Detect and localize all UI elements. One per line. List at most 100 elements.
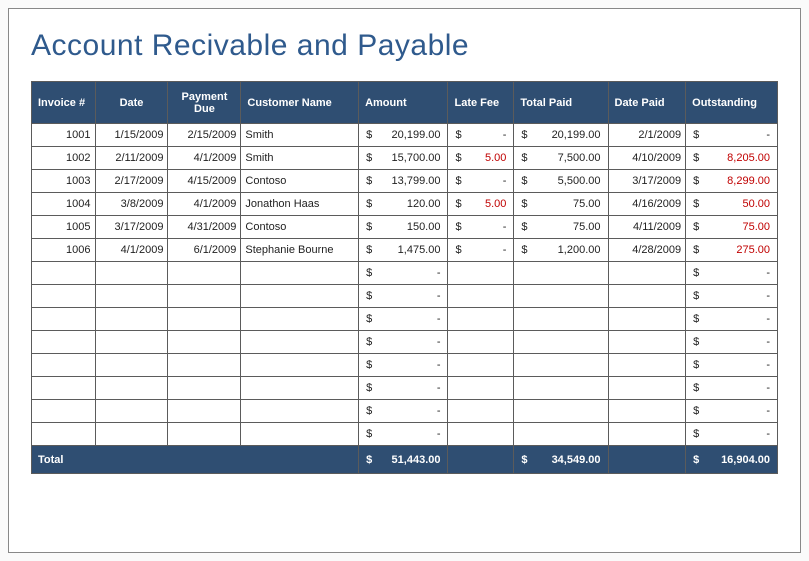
cell-empty[interactable] [608,331,686,354]
cell-empty[interactable] [241,354,359,377]
cell-empty[interactable] [95,400,168,423]
cell-empty[interactable] [32,262,96,285]
cell-empty[interactable] [514,423,608,446]
cell-late-fee[interactable]: $5.00 [448,193,514,216]
cell-empty[interactable] [241,308,359,331]
cell-late-fee[interactable]: $5.00 [448,147,514,170]
cell-date-paid[interactable]: 4/11/2009 [608,216,686,239]
col-amount[interactable]: Amount [359,82,448,124]
cell-amount[interactable]: $- [359,262,448,285]
cell-empty[interactable] [608,285,686,308]
cell-customer[interactable]: Smith [241,147,359,170]
cell-total-paid[interactable]: $5,500.00 [514,170,608,193]
cell-outstanding[interactable]: $- [686,377,778,400]
cell-empty[interactable] [608,423,686,446]
col-invoice[interactable]: Invoice # [32,82,96,124]
cell-outstanding[interactable]: $- [686,423,778,446]
cell-empty[interactable] [608,308,686,331]
cell-empty[interactable] [448,354,514,377]
cell-empty[interactable] [95,354,168,377]
cell-outstanding[interactable]: $- [686,124,778,147]
cell-date[interactable]: 2/17/2009 [95,170,168,193]
cell-empty[interactable] [168,354,241,377]
cell-total-paid[interactable]: $1,200.00 [514,239,608,262]
cell-amount[interactable]: $- [359,377,448,400]
cell-empty[interactable] [95,423,168,446]
cell-amount[interactable]: $- [359,354,448,377]
cell-empty[interactable] [168,400,241,423]
cell-date-paid[interactable]: 4/10/2009 [608,147,686,170]
cell-empty[interactable] [32,285,96,308]
cell-late-fee[interactable]: $- [448,124,514,147]
cell-date-paid[interactable]: 4/16/2009 [608,193,686,216]
col-customer-name[interactable]: Customer Name [241,82,359,124]
cell-empty[interactable] [95,285,168,308]
cell-empty[interactable] [241,285,359,308]
col-date-paid[interactable]: Date Paid [608,82,686,124]
cell-date[interactable]: 1/15/2009 [95,124,168,147]
cell-empty[interactable] [448,423,514,446]
cell-empty[interactable] [514,285,608,308]
cell-empty[interactable] [514,377,608,400]
cell-payment-due[interactable]: 4/1/2009 [168,193,241,216]
col-late-fee[interactable]: Late Fee [448,82,514,124]
cell-empty[interactable] [241,377,359,400]
cell-invoice[interactable]: 1005 [32,216,96,239]
cell-date-paid[interactable]: 2/1/2009 [608,124,686,147]
cell-amount[interactable]: $- [359,400,448,423]
cell-empty[interactable] [32,308,96,331]
cell-empty[interactable] [168,262,241,285]
col-outstanding[interactable]: Outstanding [686,82,778,124]
cell-empty[interactable] [95,331,168,354]
cell-empty[interactable] [168,308,241,331]
cell-invoice[interactable]: 1001 [32,124,96,147]
cell-amount[interactable]: $20,199.00 [359,124,448,147]
cell-payment-due[interactable]: 2/15/2009 [168,124,241,147]
cell-date-paid[interactable]: 3/17/2009 [608,170,686,193]
cell-date[interactable]: 3/8/2009 [95,193,168,216]
cell-empty[interactable] [168,285,241,308]
cell-empty[interactable] [448,400,514,423]
cell-empty[interactable] [514,262,608,285]
cell-amount[interactable]: $150.00 [359,216,448,239]
cell-empty[interactable] [241,262,359,285]
cell-invoice[interactable]: 1004 [32,193,96,216]
cell-empty[interactable] [608,377,686,400]
cell-customer[interactable]: Smith [241,124,359,147]
cell-empty[interactable] [168,423,241,446]
cell-empty[interactable] [32,377,96,400]
cell-total-paid[interactable]: $20,199.00 [514,124,608,147]
cell-payment-due[interactable]: 4/1/2009 [168,147,241,170]
cell-total-paid[interactable]: $7,500.00 [514,147,608,170]
cell-date[interactable]: 3/17/2009 [95,216,168,239]
cell-outstanding[interactable]: $8,205.00 [686,147,778,170]
cell-outstanding[interactable]: $8,299.00 [686,170,778,193]
cell-empty[interactable] [514,400,608,423]
cell-amount[interactable]: $120.00 [359,193,448,216]
cell-empty[interactable] [168,377,241,400]
cell-empty[interactable] [32,400,96,423]
cell-empty[interactable] [448,308,514,331]
cell-customer[interactable]: Contoso [241,216,359,239]
cell-customer[interactable]: Contoso [241,170,359,193]
cell-amount[interactable]: $13,799.00 [359,170,448,193]
cell-late-fee[interactable]: $- [448,239,514,262]
cell-empty[interactable] [514,354,608,377]
col-date[interactable]: Date [95,82,168,124]
cell-empty[interactable] [608,262,686,285]
cell-outstanding[interactable]: $- [686,354,778,377]
cell-late-fee[interactable]: $- [448,170,514,193]
cell-invoice[interactable]: 1003 [32,170,96,193]
cell-empty[interactable] [448,377,514,400]
cell-payment-due[interactable]: 4/15/2009 [168,170,241,193]
cell-total-paid[interactable]: $75.00 [514,216,608,239]
cell-empty[interactable] [241,400,359,423]
cell-amount[interactable]: $- [359,285,448,308]
cell-customer[interactable]: Jonathon Haas [241,193,359,216]
cell-total-paid[interactable]: $75.00 [514,193,608,216]
cell-empty[interactable] [514,308,608,331]
cell-empty[interactable] [608,400,686,423]
cell-late-fee[interactable]: $- [448,216,514,239]
cell-empty[interactable] [448,262,514,285]
cell-outstanding[interactable]: $75.00 [686,216,778,239]
